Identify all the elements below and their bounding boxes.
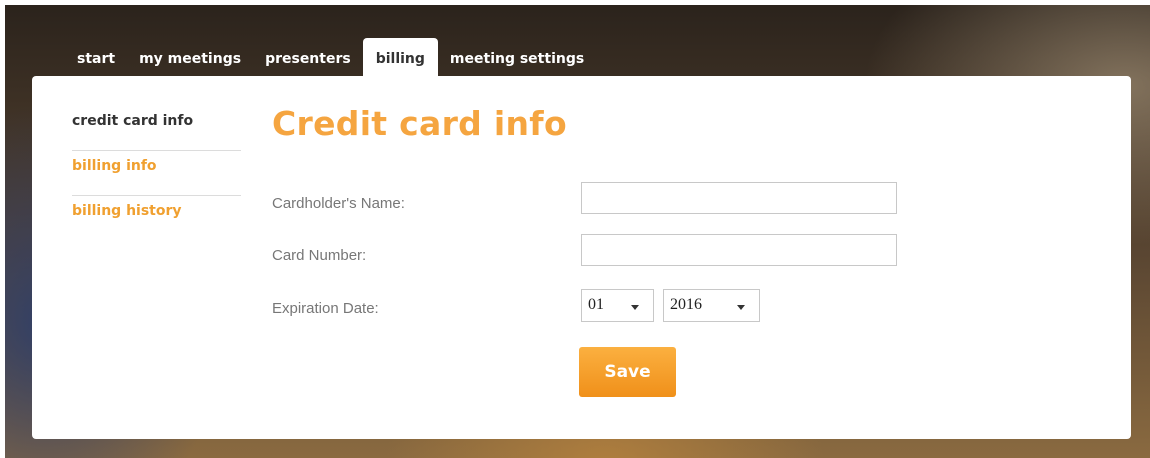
chevron-down-icon <box>631 305 639 310</box>
tab-my-meetings[interactable]: my meetings <box>127 38 253 76</box>
content-panel: credit card info billing info billing hi… <box>32 76 1131 439</box>
tab-start[interactable]: start <box>65 38 127 76</box>
chevron-down-icon <box>737 305 745 310</box>
sidebar-item-label: billing info <box>72 158 157 174</box>
billing-sidebar: credit card info billing info billing hi… <box>72 106 241 240</box>
sidebar-item-billing-history[interactable]: billing history <box>72 196 241 240</box>
sidebar-item-credit-card-info[interactable]: credit card info <box>72 106 241 151</box>
card-number-label: Card Number: <box>272 247 367 264</box>
tab-presenters[interactable]: presenters <box>253 38 363 76</box>
expiration-year-select[interactable]: 2016 <box>663 289 760 322</box>
page-title: Credit card info <box>272 104 567 143</box>
expiration-month-value: 01 <box>588 296 604 313</box>
cardholder-name-label: Cardholder's Name: <box>272 195 405 212</box>
expiration-year-value: 2016 <box>670 296 702 313</box>
sidebar-item-label: credit card info <box>72 113 194 129</box>
expiration-month-select[interactable]: 01 <box>581 289 654 322</box>
cardholder-name-input[interactable] <box>581 182 897 214</box>
card-number-input[interactable] <box>581 234 897 266</box>
tab-meeting-settings[interactable]: meeting settings <box>438 38 596 76</box>
sidebar-item-billing-info[interactable]: billing info <box>72 151 241 196</box>
main-nav-tabs: start my meetings presenters billing mee… <box>65 38 596 76</box>
save-button[interactable]: Save <box>579 347 676 397</box>
sidebar-item-label: billing history <box>72 203 182 219</box>
expiration-date-label: Expiration Date: <box>272 300 379 317</box>
tab-billing[interactable]: billing <box>362 38 438 76</box>
